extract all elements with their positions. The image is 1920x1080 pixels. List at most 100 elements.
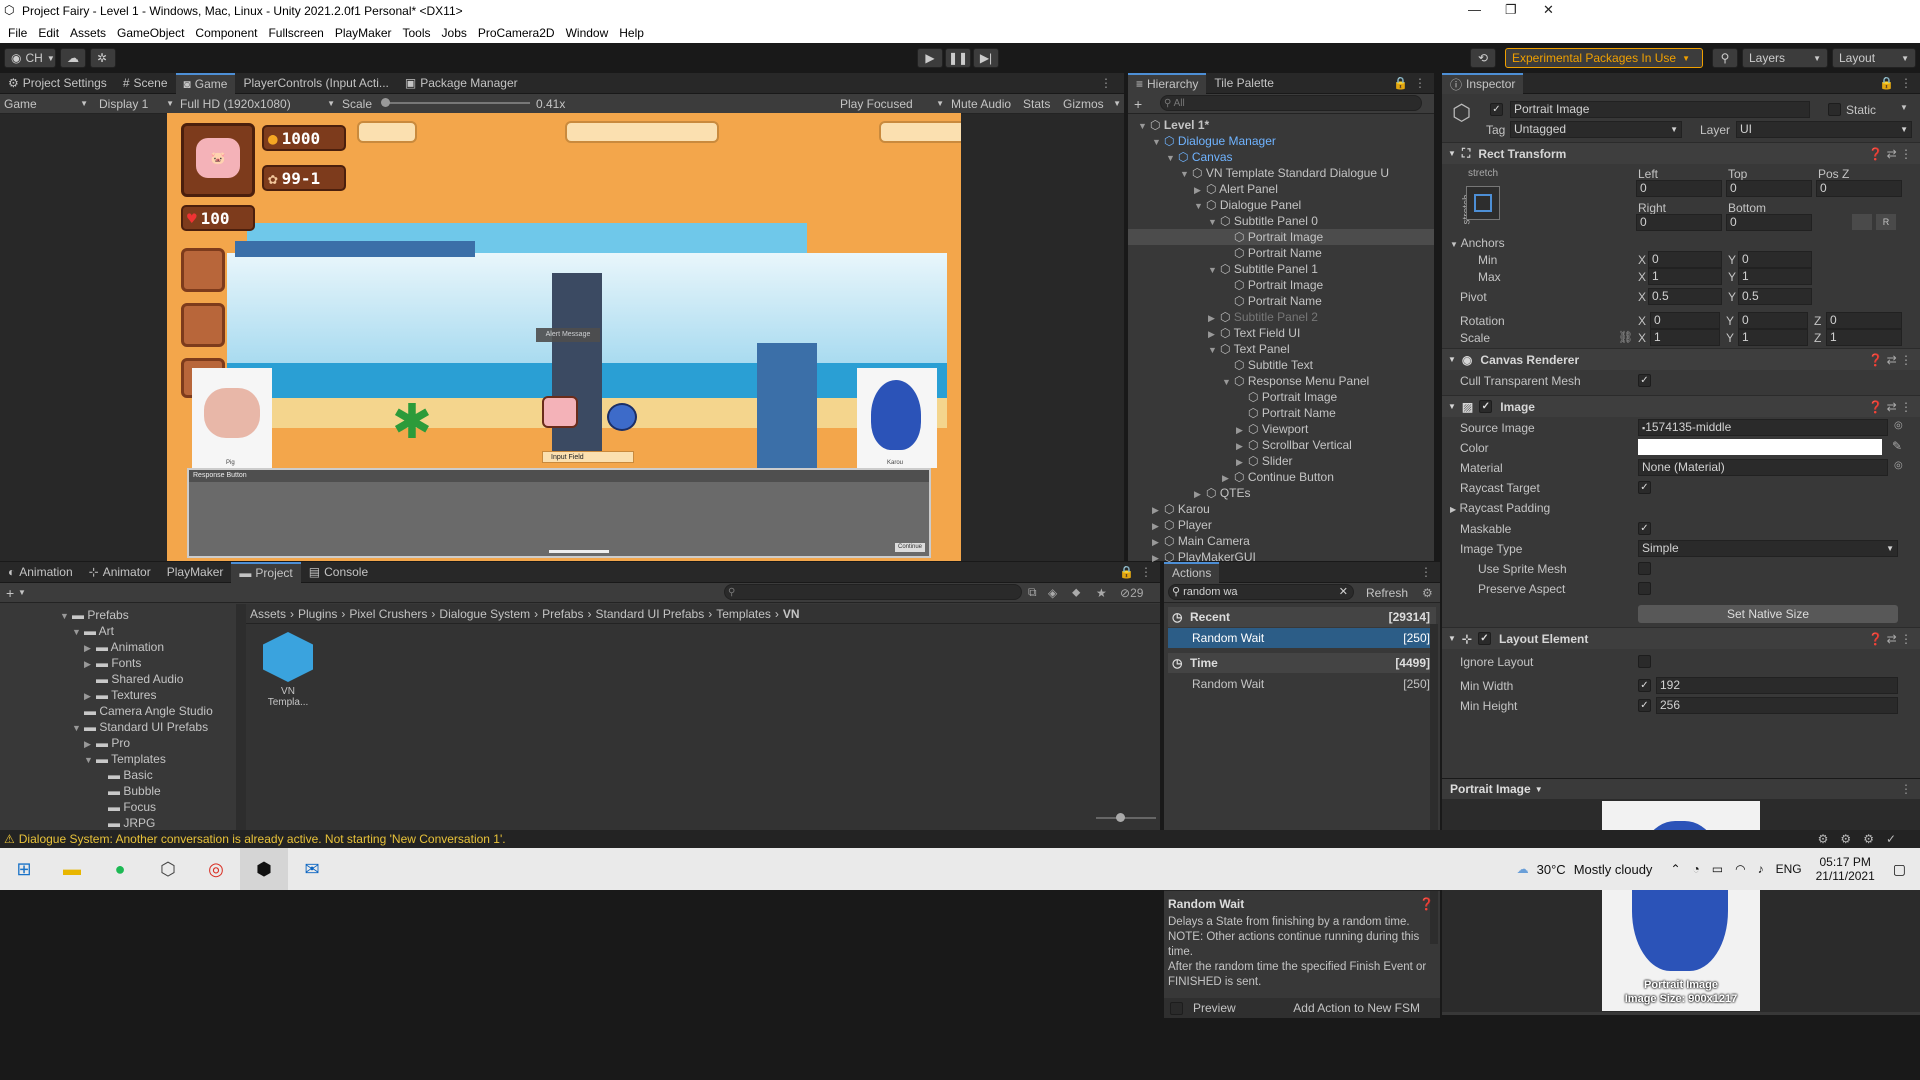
tab-inspector[interactable]: ⓘ Inspector — [1442, 72, 1524, 94]
menu-procamera2d[interactable]: ProCamera2D — [478, 26, 555, 40]
active-checkbox[interactable]: ✓ — [1490, 103, 1503, 116]
minimize-button[interactable]: — — [1468, 2, 1481, 17]
folder-item[interactable]: ▬ Camera Angle Studio — [0, 703, 236, 719]
hierarchy-item[interactable]: ▼ ⬡ Subtitle Panel 1 — [1128, 261, 1434, 277]
expand-right-icon[interactable]: ▶ — [84, 656, 96, 672]
hierarchy-item[interactable]: ▶ ⬡ Subtitle Panel 2 — [1128, 309, 1434, 325]
experimental-packages-button[interactable]: Experimental Packages In Use ▼ — [1505, 48, 1703, 68]
tab-console[interactable]: ▤ Console — [301, 562, 376, 583]
component-help-icon[interactable]: ❓ ⇄ ⋮ — [1868, 632, 1912, 646]
set-native-size-button[interactable]: Set Native Size — [1638, 605, 1898, 623]
clear-search-icon[interactable]: ✕ — [1339, 585, 1348, 600]
expand-right-icon[interactable]: ▶ — [1194, 182, 1206, 198]
collab-button[interactable]: ✲ — [90, 48, 116, 68]
tag-icon[interactable]: ⬥ — [1072, 585, 1080, 600]
hierarchy-item[interactable]: ⬡ Portrait Name — [1128, 405, 1434, 421]
anchor-min-x-field[interactable]: 0 — [1648, 251, 1722, 268]
breadcrumb-item[interactable]: Assets — [250, 607, 286, 621]
hierarchy-item[interactable]: ▼ ⬡ Dialogue Manager — [1128, 133, 1434, 149]
expand-down-icon[interactable]: ▼ — [72, 720, 84, 736]
expand-right-icon[interactable]: ▶ — [84, 640, 96, 656]
anchor-min-y-field[interactable]: 0 — [1738, 251, 1812, 268]
preview-checkbox[interactable] — [1170, 1001, 1183, 1015]
min-width-field[interactable]: 192 — [1656, 677, 1898, 694]
hierarchy-item[interactable]: ▶ ⬡ QTEs — [1128, 485, 1434, 501]
expand-down-icon[interactable]: ▼ — [60, 608, 72, 624]
tab-animator[interactable]: ⊹ Animator — [81, 562, 159, 583]
menu-window[interactable]: Window — [566, 26, 609, 40]
hierarchy-item[interactable]: ⬡ Portrait Name — [1128, 293, 1434, 309]
breadcrumb-item[interactable]: Plugins — [298, 607, 337, 621]
expand-down-icon[interactable]: ▼ — [84, 752, 96, 768]
folder-item[interactable]: ▬ Shared Audio — [0, 671, 236, 687]
object-picker-icon[interactable]: ◎ — [1894, 460, 1903, 471]
hierarchy-item[interactable]: ▶ ⬡ Viewport — [1128, 421, 1434, 437]
expand-down-icon[interactable]: ▼ — [1194, 198, 1206, 214]
scale-z-field[interactable]: 1 — [1826, 329, 1902, 346]
expand-down-icon[interactable]: ▼ — [72, 624, 84, 640]
filter-type-icon[interactable]: ⧉ — [1028, 585, 1037, 600]
project-search-input[interactable]: ⚲ — [724, 584, 1022, 600]
blueprint-mode-button[interactable] — [1852, 214, 1872, 230]
layers-dropdown[interactable]: Layers ▼ — [1742, 48, 1828, 68]
ignore-layout-checkbox[interactable] — [1638, 655, 1651, 668]
raw-edit-button[interactable]: R — [1876, 214, 1896, 230]
resolution-dropdown[interactable]: Full HD (1920x1080) ▼ — [180, 97, 335, 111]
hierarchy-item[interactable]: ⬡ Portrait Image — [1128, 389, 1434, 405]
rotation-z-field[interactable]: 0 — [1826, 312, 1902, 329]
tab-game[interactable]: ◙ Game — [175, 72, 236, 94]
rotation-y-field[interactable]: 0 — [1738, 312, 1808, 329]
continue-button[interactable]: Continue — [895, 543, 925, 552]
breadcrumb-item[interactable]: Standard UI Prefabs — [595, 607, 704, 621]
folder-item[interactable]: ▼ ▬ Standard UI Prefabs — [0, 719, 236, 735]
language-indicator[interactable]: ENG — [1776, 862, 1802, 876]
close-button[interactable]: ✕ — [1543, 2, 1554, 18]
expand-down-icon[interactable]: ▼ — [1208, 262, 1220, 278]
link-icon[interactable]: ⛓ — [1618, 330, 1633, 344]
image-enabled-checkbox[interactable]: ✓ — [1479, 400, 1493, 413]
volume-icon[interactable]: ♪ — [1758, 862, 1764, 876]
weather-temp[interactable]: 30°C — [1537, 862, 1566, 877]
hierarchy-item[interactable]: ▼ ⬡ Dialogue Panel — [1128, 197, 1434, 213]
icon-size-slider[interactable] — [1096, 817, 1156, 819]
menu-assets[interactable]: Assets — [70, 26, 106, 40]
windows-start-icon[interactable]: ⊞ — [0, 859, 48, 880]
expand-right-icon[interactable]: ▶ — [1236, 454, 1248, 470]
hierarchy-item[interactable]: ▶ ⬡ Slider — [1128, 453, 1434, 469]
maskable-checkbox[interactable]: ✓ — [1638, 522, 1651, 535]
object-name-input[interactable]: Portrait Image — [1510, 101, 1810, 118]
notifications-icon[interactable]: ▢ — [1893, 861, 1906, 878]
menu-file[interactable]: File — [8, 26, 27, 40]
wifi-icon[interactable]: ◠ — [1735, 862, 1745, 876]
clock[interactable]: 05:17 PM 21/11/2021 — [1816, 855, 1875, 883]
game-mode-dropdown[interactable]: Game ▼ — [4, 97, 88, 111]
folder-item[interactable]: ▬ Bubble — [0, 783, 236, 799]
help-icon[interactable]: ❓ — [1419, 897, 1434, 911]
object-picker-icon[interactable]: ◎ — [1894, 420, 1903, 431]
tab-playmaker[interactable]: PlayMaker — [159, 562, 232, 583]
menu-gameobject[interactable]: GameObject — [117, 26, 184, 40]
folder-item[interactable]: ▬ Focus — [0, 799, 236, 815]
hierarchy-item[interactable]: ▼ ⬡ Canvas — [1128, 149, 1434, 165]
panel-menu-icon[interactable]: ⋮ — [1100, 76, 1112, 90]
hierarchy-item[interactable]: ⬡ Portrait Image — [1128, 229, 1434, 245]
mute-audio-toggle[interactable]: Mute Audio — [951, 97, 1011, 111]
gizmos-dropdown[interactable]: Gizmos ▼ — [1063, 97, 1121, 111]
tab-package-manager[interactable]: ▣ Package Manager — [397, 73, 526, 94]
expand-down-icon[interactable]: ▼ — [1208, 342, 1220, 358]
response-button[interactable]: Response Button — [189, 470, 929, 482]
chevron-up-icon[interactable]: ⌃ — [1670, 862, 1680, 876]
hierarchy-item[interactable]: ▶ ⬡ Player — [1128, 517, 1434, 533]
static-dropdown-icon[interactable]: ▼ — [1900, 103, 1908, 112]
stats-toggle[interactable]: Stats — [1023, 97, 1050, 111]
rect-transform-header[interactable]: ▼ ⛶ Rect Transform ❓ ⇄ ⋮ — [1442, 142, 1920, 164]
expand-right-icon[interactable]: ▶ — [1152, 502, 1164, 518]
image-header[interactable]: ▼ ▨ ✓ Image ❓ ⇄ ⋮ — [1442, 395, 1920, 417]
layout-dropdown[interactable]: Layout ▼ — [1832, 48, 1916, 68]
breadcrumb-item[interactable]: Templates — [716, 607, 771, 621]
expand-right-icon[interactable]: ▶ — [1236, 438, 1248, 454]
folder-item[interactable]: ▶ ▬ Animation — [0, 639, 236, 655]
actions-search-input[interactable]: ⚲ random wa ✕ — [1168, 584, 1354, 600]
expand-right-icon[interactable]: ▶ — [1152, 534, 1164, 550]
expand-down-icon[interactable]: ▼ — [1208, 214, 1220, 230]
